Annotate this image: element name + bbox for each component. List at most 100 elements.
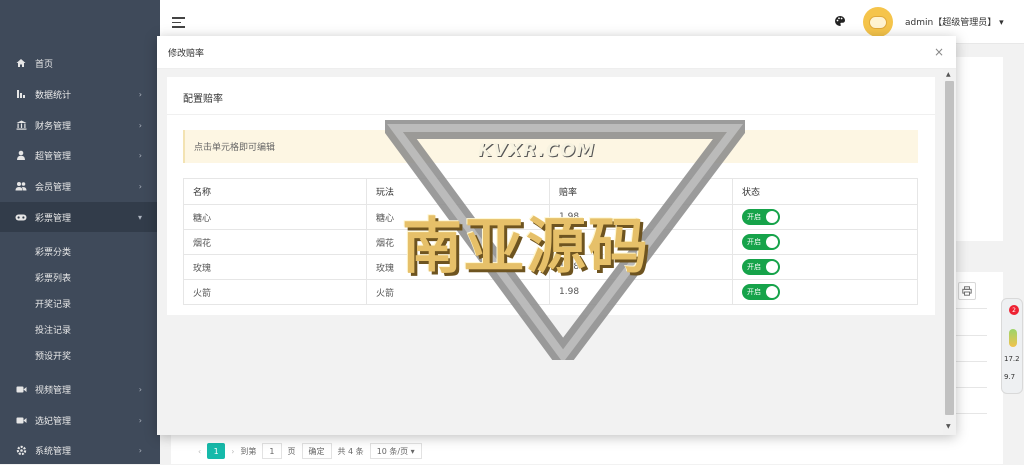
chevron-down-icon: ▾ [410, 446, 415, 456]
user-menu[interactable]: admin【超级管理员】 ▾ [905, 15, 1004, 28]
page-size-value: 10 条/页 [376, 446, 409, 456]
chevron-right-icon: › [138, 384, 142, 394]
edit-odds-modal: 修改赔率 × 配置赔率 点击单元格即可编辑 名称 玩法 赔率 状态 糖心 糖心 … [157, 36, 956, 435]
cell-play[interactable]: 糖心 [366, 204, 550, 230]
modal-title: 修改赔率 [168, 48, 205, 59]
odds-card: 配置赔率 点击单元格即可编辑 名称 玩法 赔率 状态 糖心 糖心 1.98 开启… [167, 77, 935, 315]
column-header-name: 名称 [183, 178, 367, 205]
close-icon[interactable]: × [934, 46, 944, 58]
toggle-label: 开启 [747, 263, 761, 271]
edit-hint-notice: 点击单元格即可编辑 [183, 130, 918, 163]
cell-play[interactable]: 火箭 [366, 279, 550, 305]
page-size-select[interactable]: 10 条/页 ▾ [369, 443, 422, 459]
modal-body: 配置赔率 点击单元格即可编辑 名称 玩法 赔率 状态 糖心 糖心 1.98 开启… [157, 69, 943, 435]
sidebar-item-superadmin[interactable]: 超管管理 › [0, 140, 160, 170]
cell-status: 开启 [732, 279, 918, 305]
palette-icon[interactable] [834, 15, 846, 30]
page-unit: 页 [287, 446, 296, 456]
status-toggle[interactable]: 开启 [742, 209, 780, 225]
download-speed: 9.7 [1004, 373, 1016, 381]
table-header-row: 名称 玩法 赔率 状态 [183, 178, 918, 205]
notification-badge: 2 [1009, 305, 1019, 315]
sidebar-item-label: 系统管理 [35, 446, 72, 457]
upload-speed: 17.2 [1004, 355, 1020, 363]
gamepad-icon [14, 213, 28, 222]
odds-table: 名称 玩法 赔率 状态 糖心 糖心 1.98 开启 烟花 烟花 1.98 开启 … [183, 178, 918, 305]
sidebar-item-label: 超管管理 [35, 151, 72, 162]
sidebar-item-members[interactable]: 会员管理 › [0, 171, 160, 201]
sidebar-item-label: 选妃管理 [35, 416, 72, 427]
cell-rate[interactable]: 1.98 [549, 204, 733, 230]
sidebar-item-label: 彩票管理 [35, 213, 72, 224]
cell-rate[interactable]: 1.98 [549, 279, 733, 305]
sidebar-item-concubine[interactable]: 选妃管理 › [0, 405, 160, 435]
next-page-button[interactable]: › [231, 447, 234, 456]
toggle-label: 开启 [747, 288, 761, 296]
cell-name[interactable]: 糖心 [183, 204, 367, 230]
sidebar-item-home[interactable]: 首页 [0, 48, 160, 78]
sidebar-item-label: 视频管理 [35, 385, 72, 396]
cell-rate[interactable]: 1.98 [549, 229, 733, 255]
bar-chart-icon [14, 89, 28, 99]
video-icon [14, 416, 28, 425]
chevron-right-icon: › [138, 445, 142, 455]
chevron-right-icon: › [138, 181, 142, 191]
sidebar-subitem-label: 彩票分类 [35, 247, 72, 258]
modal-header: 修改赔率 [157, 36, 956, 69]
video-icon [14, 385, 28, 394]
table-row: 玫瑰 玫瑰 1.98 开启 [183, 254, 918, 280]
user-icon [14, 150, 28, 160]
avatar[interactable] [863, 7, 893, 37]
status-toggle[interactable]: 开启 [742, 259, 780, 275]
cell-play[interactable]: 烟花 [366, 229, 550, 255]
sidebar-item-statistics[interactable]: 数据统计 › [0, 79, 160, 109]
sidebar-item-finance[interactable]: 财务管理 › [0, 110, 160, 140]
print-button[interactable] [958, 282, 976, 300]
bank-icon [14, 120, 28, 130]
cell-rate[interactable]: 1.98 [549, 254, 733, 280]
cell-name[interactable]: 玫瑰 [183, 254, 367, 280]
menu-toggle-icon[interactable] [172, 17, 185, 28]
column-header-status: 状态 [732, 178, 918, 205]
prev-page-button[interactable]: ‹ [198, 447, 201, 456]
sidebar-item-system[interactable]: 系统管理 › [0, 435, 160, 465]
sidebar-item-lottery[interactable]: 彩票管理 ▾ [0, 202, 160, 232]
notice-text: 点击单元格即可编辑 [194, 143, 276, 153]
chevron-right-icon: › [138, 150, 142, 160]
sidebar-subitem-preset-draw[interactable]: 预设开奖 [0, 342, 160, 368]
sidebar-subitem-lottery-list[interactable]: 彩票列表 [0, 264, 160, 290]
home-icon [14, 58, 28, 68]
cell-name[interactable]: 火箭 [183, 279, 367, 305]
chevron-down-icon: ▾ [999, 18, 1004, 28]
column-header-play: 玩法 [366, 178, 550, 205]
chevron-down-icon: ▾ [137, 212, 142, 222]
table-row: 烟花 烟花 1.98 开启 [183, 229, 918, 255]
table-row: 火箭 火箭 1.98 开启 [183, 279, 918, 305]
cell-status: 开启 [732, 229, 918, 255]
status-toggle[interactable]: 开启 [742, 234, 780, 250]
cell-name[interactable]: 烟花 [183, 229, 367, 255]
scroll-up-icon[interactable]: ▲ [946, 71, 951, 78]
goto-confirm-button[interactable]: 确定 [301, 443, 332, 459]
sidebar-subitem-label: 投注记录 [35, 325, 72, 336]
modal-scrollbar[interactable]: ▲ ▼ [943, 69, 956, 435]
sidebar-subitem-label: 开奖记录 [35, 299, 72, 310]
chevron-right-icon: › [138, 415, 142, 425]
scrollbar-thumb[interactable] [945, 81, 954, 415]
goto-page-input[interactable]: 1 [262, 443, 282, 459]
sidebar-subitem-bet-records[interactable]: 投注记录 [0, 316, 160, 342]
group-icon [14, 181, 28, 191]
speed-gauge-icon [1009, 329, 1017, 347]
cell-play[interactable]: 玫瑰 [366, 254, 550, 280]
network-speed-widget[interactable]: 2 17.2 9.7 [1001, 298, 1023, 394]
status-toggle[interactable]: 开启 [742, 284, 780, 300]
sidebar-subitem-draw-records[interactable]: 开奖记录 [0, 290, 160, 316]
sidebar-subitem-lottery-category[interactable]: 彩票分类 [0, 238, 160, 264]
current-page[interactable]: 1 [207, 443, 226, 459]
sidebar: 首页 数据统计 › 财务管理 › 超管管理 › 会员管理 › 彩票管理 ▾ 彩票… [0, 0, 160, 464]
sidebar-item-video[interactable]: 视频管理 › [0, 374, 160, 404]
scroll-down-icon[interactable]: ▼ [946, 423, 951, 430]
column-header-rate: 赔率 [549, 178, 733, 205]
chevron-right-icon: › [138, 120, 142, 130]
card-title: 配置赔率 [183, 94, 223, 105]
